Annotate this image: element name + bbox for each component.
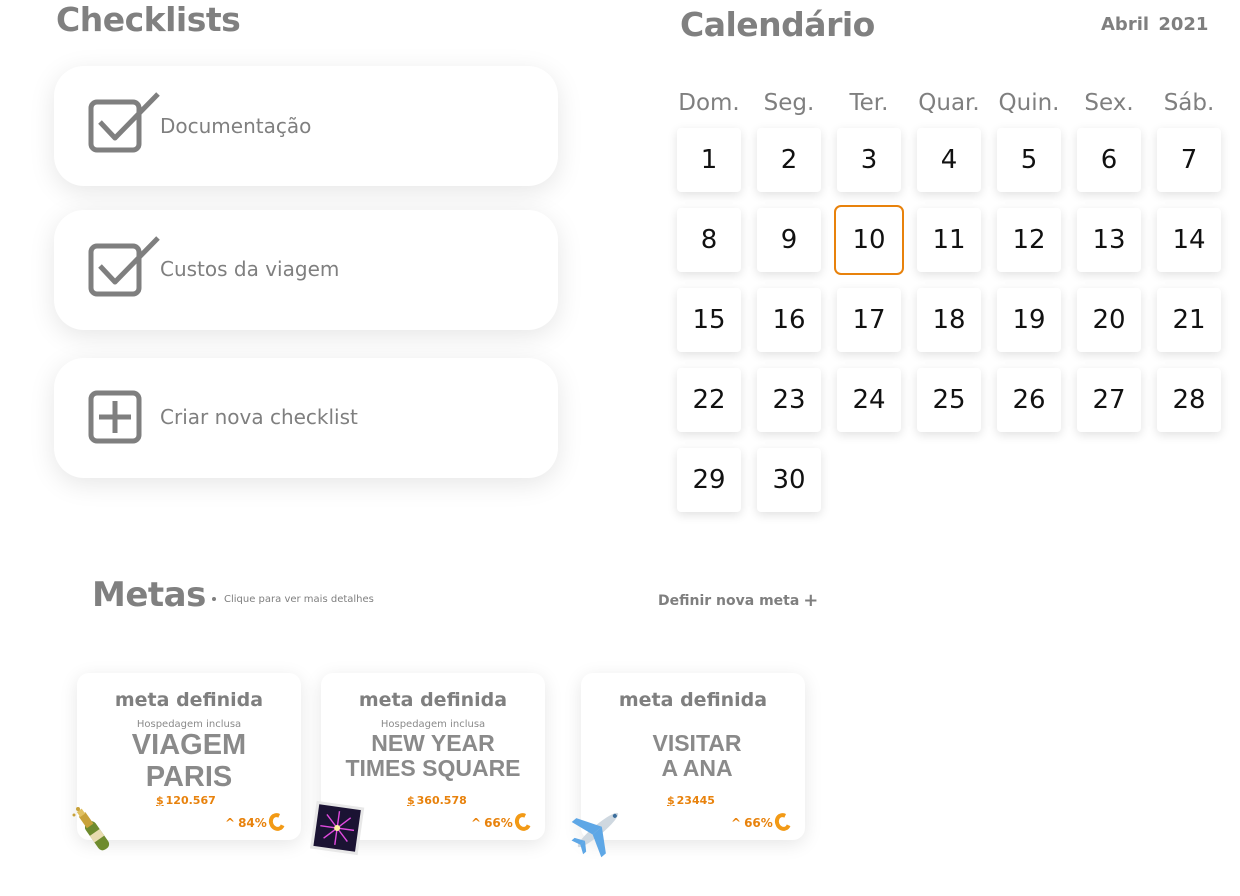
goal-name: VISITAR A ANA: [589, 731, 805, 781]
goal-amount: $120.567: [156, 794, 216, 807]
calendar-day[interactable]: 15: [677, 288, 741, 352]
goal-name-line2: PARIS: [145, 761, 233, 793]
metas-hint-text: Clique para ver mais detalhes: [224, 594, 374, 605]
airplane-icon: [571, 812, 619, 858]
goal-progress: ^ 66%: [731, 810, 794, 834]
calendar-month-year[interactable]: Abril 2021: [1101, 14, 1208, 35]
crescent-moon-icon: [512, 810, 534, 834]
checklist-label: Custos da viagem: [160, 257, 340, 281]
calendar-day[interactable]: 5: [997, 128, 1061, 192]
goal-name-line2: TIMES SQUARE: [345, 755, 521, 781]
metas-hint: Clique para ver mais detalhes: [212, 594, 374, 605]
arrow-up-icon: ^: [225, 816, 236, 830]
create-checklist-card[interactable]: Criar nova checklist: [54, 358, 558, 478]
checklists-title: Checklists: [56, 0, 241, 39]
dollar-icon: $: [667, 794, 675, 807]
calendar-day[interactable]: 29: [677, 448, 741, 512]
calendar-day[interactable]: 3: [837, 128, 901, 192]
calendar-day[interactable]: 16: [757, 288, 821, 352]
arrow-up-icon: ^: [471, 816, 482, 830]
calendar-title: Calendário: [680, 5, 875, 44]
metas-title: Metas: [92, 575, 206, 615]
weekday-label: Sáb.: [1163, 90, 1215, 116]
goal-progress-value: 66%: [484, 816, 513, 830]
new-goal-label: Definir nova meta: [658, 593, 800, 609]
goal-progress: ^ 84%: [225, 810, 288, 834]
weekday-label: Quin.: [998, 90, 1060, 116]
champagne-bottle-icon: [72, 807, 110, 851]
calendar-month: Abril: [1101, 14, 1150, 35]
checklist-card-custos-da-viagem[interactable]: Custos da viagem: [54, 210, 558, 330]
goal-name-line1: VIAGEM: [131, 729, 247, 761]
calendar-day[interactable]: 8: [677, 208, 741, 272]
dollar-icon: $: [156, 794, 164, 807]
goal-progress-value: 66%: [744, 816, 773, 830]
goal-amount-value: 360.578: [416, 794, 467, 807]
calendar-day[interactable]: 20: [1077, 288, 1141, 352]
calendar-day[interactable]: 14: [1157, 208, 1221, 272]
calendar-day[interactable]: 19: [997, 288, 1061, 352]
calendar-day[interactable]: 4: [917, 128, 981, 192]
weekday-label: Dom.: [678, 90, 740, 116]
calendar-day[interactable]: 12: [997, 208, 1061, 272]
checkbox-checked-icon: [88, 236, 160, 297]
weekday-label: Sex.: [1084, 90, 1134, 116]
calendar-day[interactable]: 26: [997, 368, 1061, 432]
calendar-day[interactable]: 21: [1157, 288, 1221, 352]
plus-icon: +: [803, 590, 819, 611]
calendar-day[interactable]: 23: [757, 368, 821, 432]
goal-amount-value: 23445: [676, 794, 715, 807]
calendar-day[interactable]: 30: [757, 448, 821, 512]
calendar-day-today[interactable]: 10: [834, 205, 904, 275]
goal-progress: ^ 66%: [471, 810, 534, 834]
calendar-day[interactable]: 6: [1077, 128, 1141, 192]
goal-progress-value: 84%: [238, 816, 267, 830]
goal-name: VIAGEM PARIS: [77, 729, 301, 793]
calendar-day[interactable]: 9: [757, 208, 821, 272]
weekday-label: Ter.: [849, 90, 889, 116]
goal-heading: meta definida: [114, 689, 264, 711]
goal-name-line1: NEW YEAR: [371, 730, 495, 756]
goal-heading: meta definida: [618, 689, 768, 711]
calendar-year: 2021: [1158, 14, 1209, 35]
calendar-day[interactable]: 2: [757, 128, 821, 192]
calendar-day[interactable]: 28: [1157, 368, 1221, 432]
calendar-day[interactable]: 13: [1077, 208, 1141, 272]
goal-amount: $360.578: [407, 794, 467, 807]
calendar-day[interactable]: 7: [1157, 128, 1221, 192]
bullet-icon: [212, 597, 216, 601]
weekday-label: Seg.: [763, 90, 815, 116]
goal-subtitle: Hospedagem inclusa: [380, 719, 486, 730]
checkbox-checked-icon: [88, 92, 160, 153]
dollar-icon: $: [407, 794, 415, 807]
calendar-day[interactable]: 1: [677, 128, 741, 192]
plus-square-icon: [88, 390, 142, 444]
weekday-label: Quar.: [918, 90, 980, 116]
goal-name-line2: A ANA: [661, 755, 733, 781]
checklist-card-documentacao[interactable]: Documentação: [54, 66, 558, 186]
calendar-day[interactable]: 24: [837, 368, 901, 432]
checklist-label: Documentação: [160, 114, 312, 138]
calendar-day[interactable]: 27: [1077, 368, 1141, 432]
calendar-day[interactable]: 17: [837, 288, 901, 352]
calendar-day[interactable]: 22: [677, 368, 741, 432]
goal-heading: meta definida: [358, 689, 508, 711]
new-goal-button[interactable]: Definir nova meta +: [658, 590, 818, 611]
crescent-moon-icon: [772, 810, 794, 834]
checklist-label: Criar nova checklist: [160, 405, 358, 429]
fireworks-icon: [310, 800, 365, 856]
calendar-day[interactable]: 11: [917, 208, 981, 272]
crescent-moon-icon: [266, 810, 288, 834]
goal-name: NEW YEAR TIMES SQUARE: [321, 731, 545, 781]
goal-amount-value: 120.567: [165, 794, 216, 807]
arrow-up-icon: ^: [731, 816, 742, 830]
calendar-day[interactable]: 25: [917, 368, 981, 432]
goal-name-line1: VISITAR: [652, 730, 742, 756]
goal-amount: $23445: [667, 794, 715, 807]
calendar-day[interactable]: 18: [917, 288, 981, 352]
